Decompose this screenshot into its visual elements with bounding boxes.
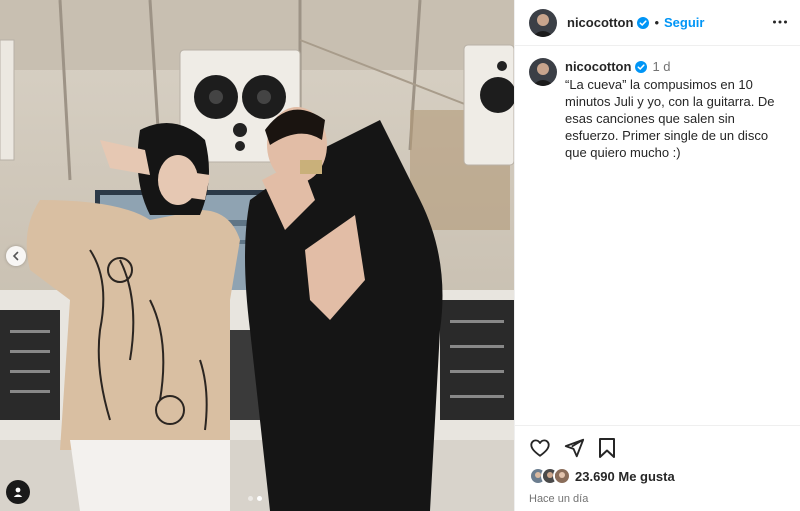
caption: nicocotton 1 d “La cueva” la compusimos … xyxy=(515,46,800,161)
post-photo xyxy=(0,0,514,511)
caption-text: “La cueva” la compusimos en 10 minutos J… xyxy=(565,77,779,160)
verified-icon xyxy=(637,16,650,29)
more-options-button[interactable] xyxy=(772,14,788,35)
liker-avatar xyxy=(553,467,571,485)
carousel-dot xyxy=(248,496,253,501)
likers-avatars[interactable] xyxy=(529,467,571,485)
action-bar xyxy=(529,426,786,470)
caption-username[interactable]: nicocotton xyxy=(565,58,631,75)
caption-header: nicocotton 1 d xyxy=(565,58,785,75)
post-dialog: nicocotton • Seguir nicocotton 1 d “La c… xyxy=(0,0,800,511)
caption-time[interactable]: 1 d xyxy=(652,58,670,75)
post-info-panel: nicocotton • Seguir nicocotton 1 d “La c… xyxy=(514,0,800,511)
like-button[interactable] xyxy=(529,437,551,459)
user-tag-icon xyxy=(13,487,23,497)
avatar-image xyxy=(529,58,557,86)
likes-row: 23.690 Me gusta xyxy=(529,467,786,485)
carousel-indicator xyxy=(248,496,262,501)
bookmark-icon xyxy=(599,438,615,458)
share-icon xyxy=(564,438,585,458)
chevron-left-icon xyxy=(12,251,19,261)
carousel-dot-active xyxy=(257,496,262,501)
avatar[interactable] xyxy=(529,8,557,37)
likes-count[interactable]: 23.690 Me gusta xyxy=(575,469,675,484)
verified-icon xyxy=(635,60,648,73)
tagged-users-button[interactable] xyxy=(6,480,30,504)
post-media[interactable] xyxy=(0,0,514,511)
heart-icon xyxy=(530,439,550,457)
follow-button[interactable]: Seguir xyxy=(664,15,704,30)
more-icon xyxy=(773,20,787,24)
post-header: nicocotton • Seguir xyxy=(515,0,800,46)
post-date[interactable]: Hace un día xyxy=(529,493,786,505)
separator: • xyxy=(654,15,659,30)
caption-avatar[interactable] xyxy=(529,58,557,86)
save-button[interactable] xyxy=(597,437,617,459)
post-footer: 23.690 Me gusta Hace un día xyxy=(515,425,800,505)
share-button[interactable] xyxy=(563,437,585,459)
avatar-image xyxy=(529,8,557,37)
caption-body: nicocotton 1 d “La cueva” la compusimos … xyxy=(565,58,785,161)
carousel-prev-button[interactable] xyxy=(6,246,26,266)
username[interactable]: nicocotton xyxy=(567,15,633,30)
